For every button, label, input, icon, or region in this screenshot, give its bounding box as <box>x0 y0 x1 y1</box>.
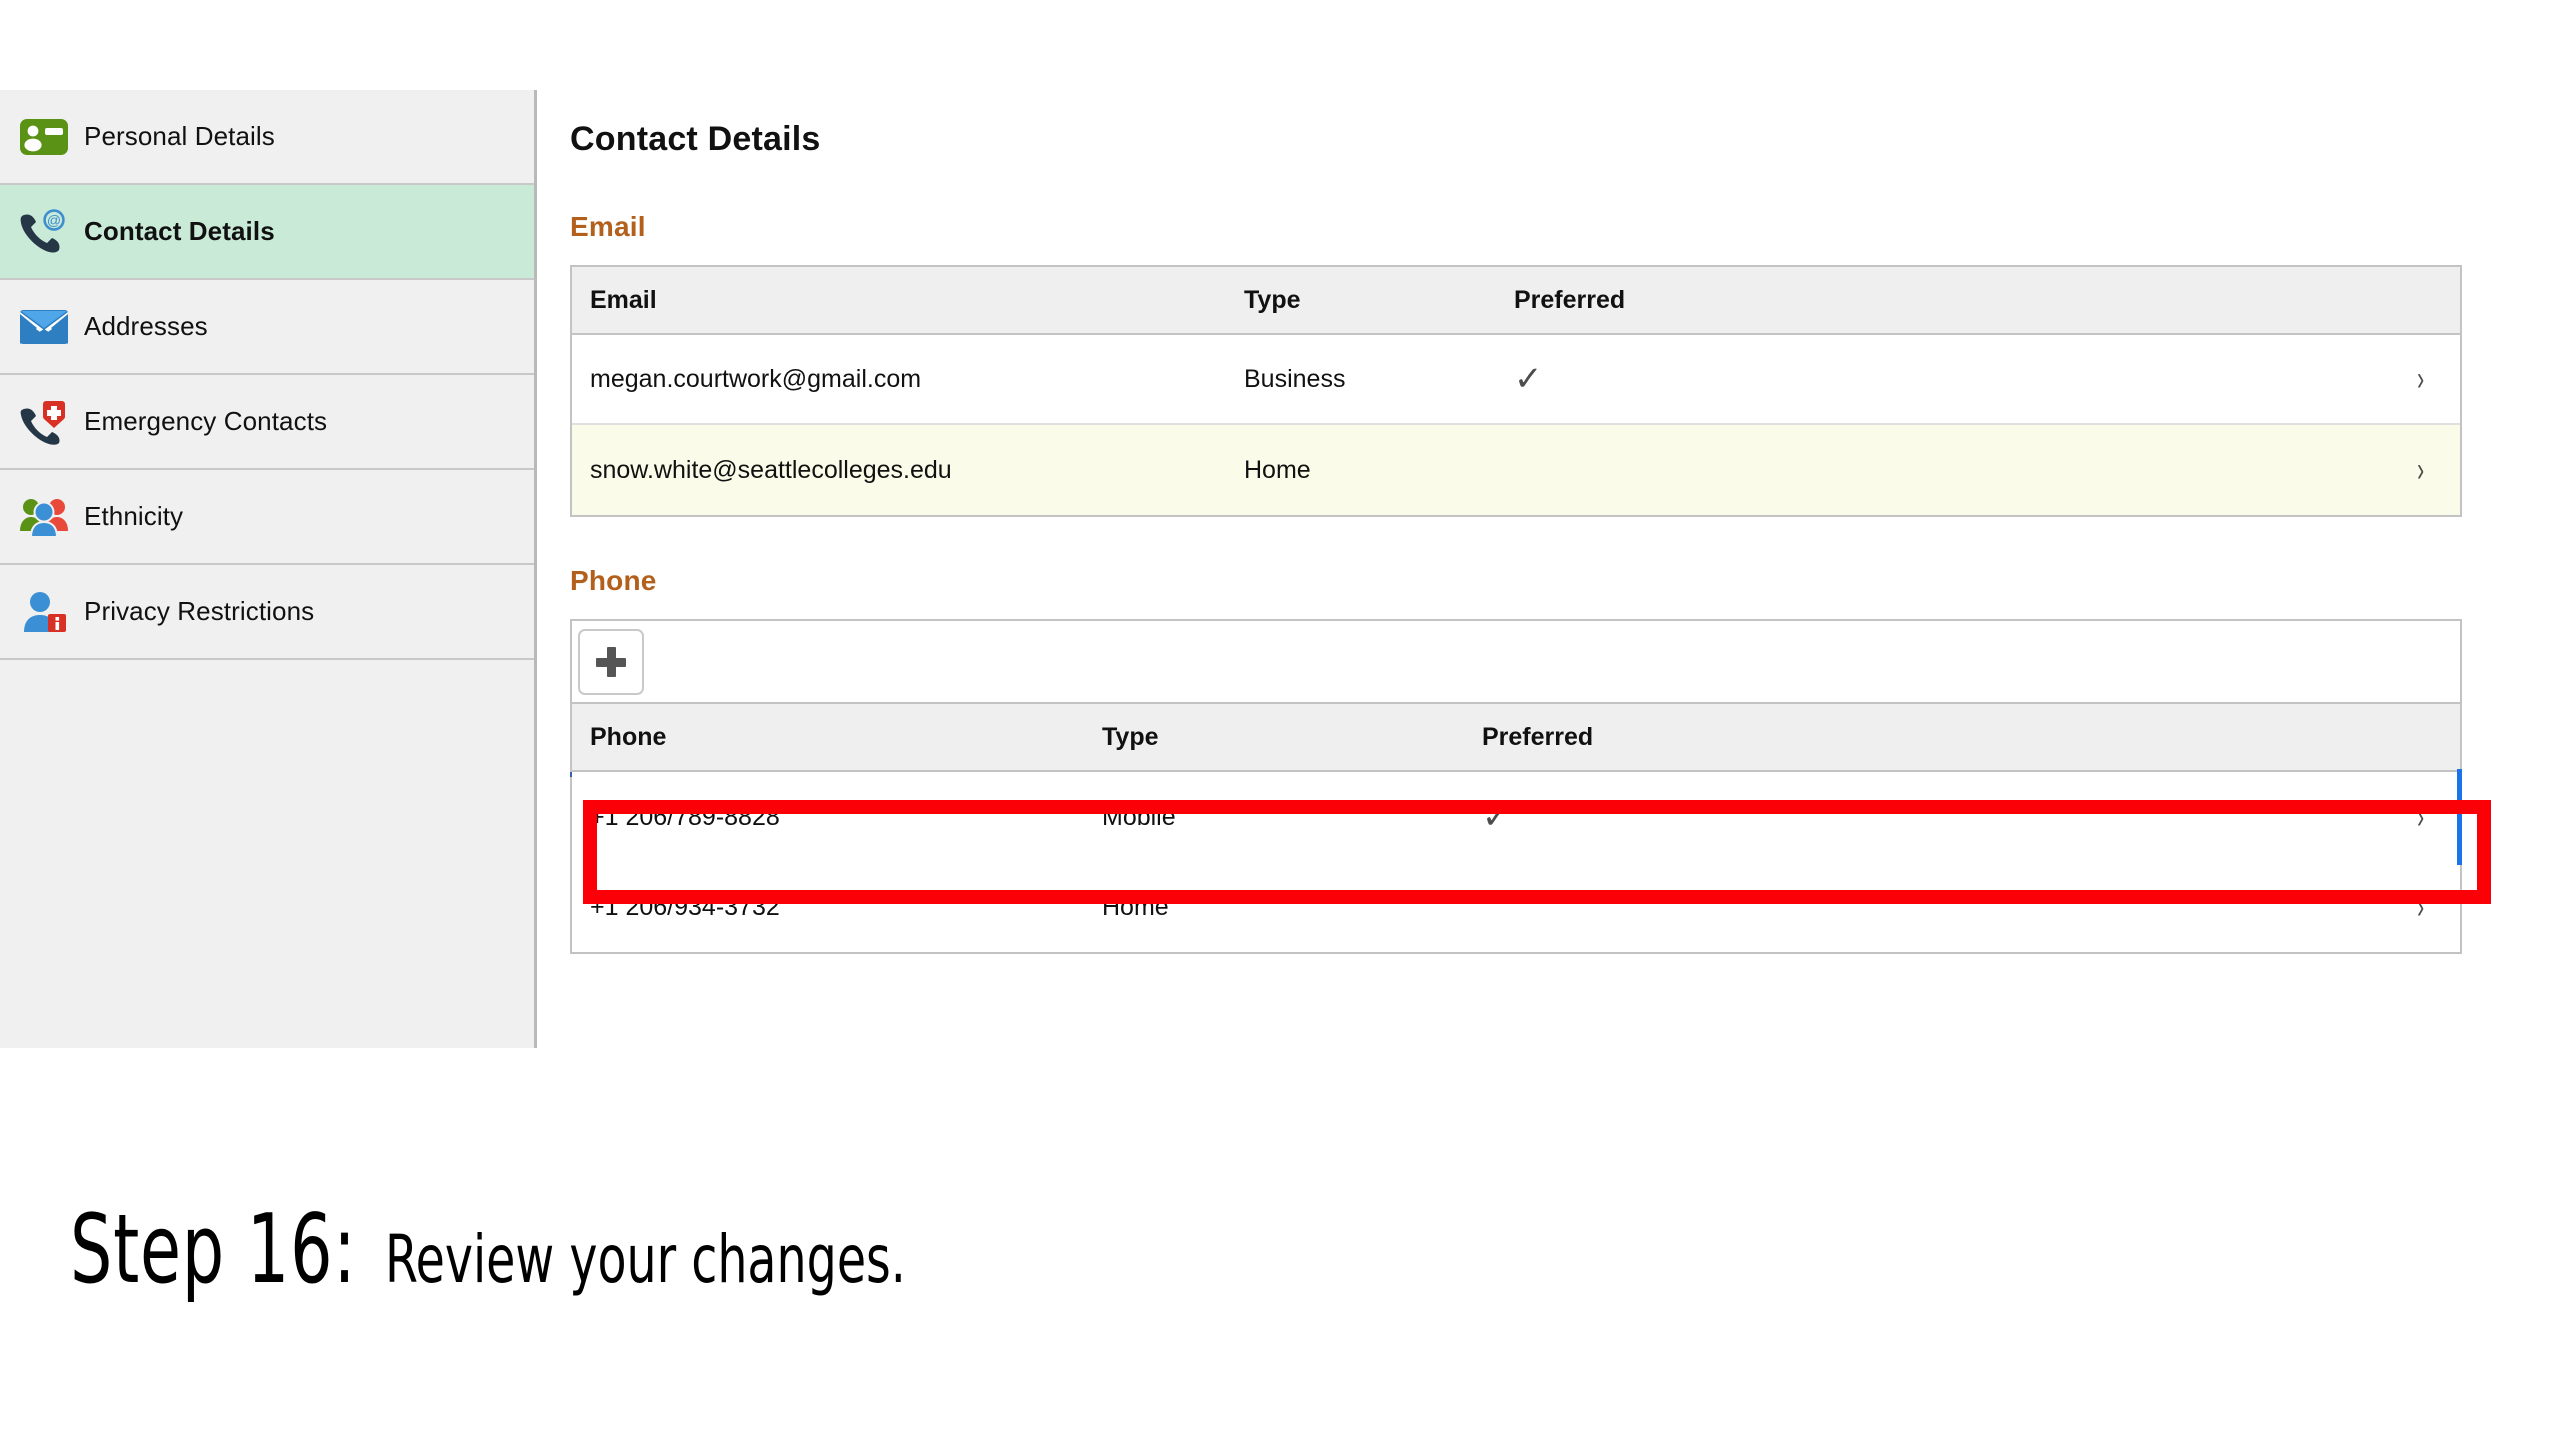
column-header-preferred: Preferred <box>1514 285 1626 314</box>
phone-grid-toolbar <box>572 621 2460 704</box>
column-header-type: Type <box>1102 722 1159 751</box>
sidebar-empty-area <box>0 660 534 1040</box>
main-content: Contact Details Email Email Type Preferr… <box>570 120 2560 994</box>
phone-type: Mobile <box>1102 802 1176 831</box>
sidebar-item-contact-details[interactable]: @ Contact Details <box>0 185 534 280</box>
left-nav-sidebar: Personal Details @ Contact Details Addre… <box>0 90 537 1048</box>
phone-grid-header: Phone Type Preferred <box>572 704 2460 772</box>
phone-emergency-icon <box>16 394 72 450</box>
phone-value: +1 206/934-3732 <box>590 892 780 921</box>
phone-section-heading: Phone <box>570 565 657 596</box>
chevron-right-icon: › <box>2417 450 2425 489</box>
check-icon: ✓ <box>1482 797 1511 836</box>
column-header-type: Type <box>1244 285 1301 314</box>
people-group-icon <box>16 489 72 545</box>
step-caption: Step 16: Review your changes. <box>70 1195 1036 1305</box>
row-detail-chevron[interactable]: › <box>2382 362 2460 397</box>
sidebar-item-label: Addresses <box>84 311 208 341</box>
sidebar-item-label: Personal Details <box>84 121 275 151</box>
table-row[interactable]: snow.white@seattlecolleges.edu Home › <box>572 425 2460 515</box>
phone-preferred-check <box>1482 893 2382 922</box>
column-header-email: Email <box>590 285 657 314</box>
phone-grid: Phone Type Preferred +1 206/789-8828 Mob… <box>570 619 2462 954</box>
sidebar-item-privacy-restrictions[interactable]: Privacy Restrictions <box>0 565 534 660</box>
email-type: Business <box>1244 364 1346 393</box>
chevron-right-icon: › <box>2417 359 2425 398</box>
email-section-heading: Email <box>570 211 646 242</box>
check-icon: ✓ <box>1514 359 1543 398</box>
email-grid: Email Type Preferred megan.courtwork@gma… <box>570 265 2462 517</box>
email-preferred-check: ✓ <box>1514 362 2382 397</box>
svg-text:@: @ <box>47 212 61 228</box>
slide-canvas: Personal Details @ Contact Details Addre… <box>0 0 2560 1440</box>
id-card-icon <box>16 109 72 165</box>
phone-value: +1 206/789-8828 <box>590 802 780 831</box>
sidebar-item-ethnicity[interactable]: Ethnicity <box>0 470 534 565</box>
row-detail-chevron[interactable]: › <box>2382 453 2460 488</box>
table-row[interactable]: +1 206/789-8828 Mobile ✓ › <box>572 769 2462 865</box>
caption-step-label: Step 16: <box>70 1195 357 1305</box>
column-header-phone: Phone <box>590 722 667 751</box>
row-detail-chevron[interactable]: › <box>2382 890 2460 925</box>
phone-type: Home <box>1102 892 1169 921</box>
table-row[interactable]: +1 206/934-3732 Home › <box>572 862 2460 952</box>
phone-section: Phone Phone Type Preferred +1 206/789-88… <box>570 565 2560 954</box>
email-value: megan.courtwork@gmail.com <box>590 364 922 393</box>
add-phone-button[interactable] <box>578 628 644 695</box>
sidebar-item-label: Ethnicity <box>84 501 184 531</box>
email-grid-header: Email Type Preferred <box>572 267 2460 335</box>
person-info-icon <box>16 584 72 640</box>
caption-body-text: Review your changes. <box>385 1221 907 1298</box>
phone-at-icon: @ <box>16 204 72 260</box>
table-row[interactable]: megan.courtwork@gmail.com Business ✓ › <box>572 335 2460 425</box>
sidebar-item-label: Privacy Restrictions <box>84 596 315 626</box>
sidebar-item-personal-details[interactable]: Personal Details <box>0 90 534 185</box>
row-detail-chevron[interactable]: › <box>2382 800 2460 835</box>
page-title: Contact Details <box>570 120 821 158</box>
column-header-preferred: Preferred <box>1482 722 1594 751</box>
sidebar-item-emergency-contacts[interactable]: Emergency Contacts <box>0 375 534 470</box>
sidebar-item-label: Contact Details <box>84 216 275 246</box>
email-type: Home <box>1244 455 1311 484</box>
email-value: snow.white@seattlecolleges.edu <box>590 455 952 484</box>
envelope-icon <box>16 299 72 355</box>
sidebar-item-label: Emergency Contacts <box>84 406 328 436</box>
chevron-right-icon: › <box>2417 887 2425 926</box>
email-preferred-check <box>1514 456 2382 485</box>
phone-preferred-check: ✓ <box>1482 800 2382 835</box>
plus-icon <box>596 646 626 677</box>
email-section: Email Email Type Preferred megan.courtwo… <box>570 211 2560 517</box>
sidebar-item-addresses[interactable]: Addresses <box>0 280 534 375</box>
chevron-right-icon: › <box>2417 797 2425 836</box>
